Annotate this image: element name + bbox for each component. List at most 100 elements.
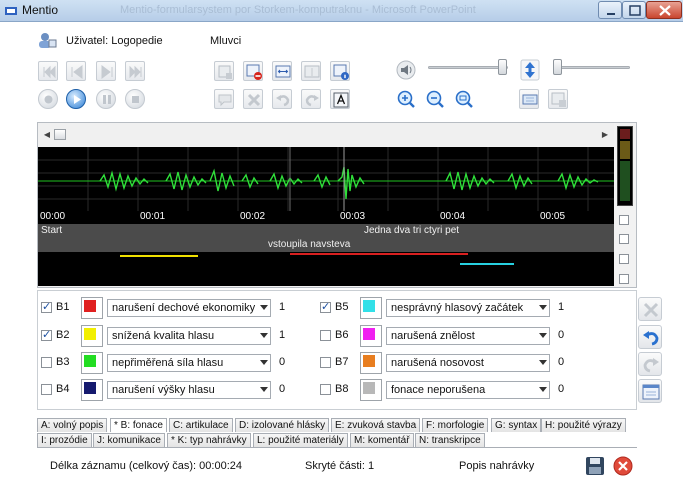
item-color-button[interactable] [81, 379, 103, 401]
tab-d[interactable]: D: izolované hlásky [235, 418, 330, 432]
segment-info-icon[interactable] [330, 61, 350, 81]
split-segment-icon[interactable] [272, 61, 292, 81]
tab-g[interactable]: G: syntax [491, 418, 542, 432]
item-color-button[interactable] [360, 352, 382, 374]
record-button[interactable] [38, 89, 58, 109]
speaker-icon[interactable] [396, 60, 416, 80]
item-select[interactable]: nesprávný hlasový začátek [386, 299, 550, 317]
step-back-button[interactable] [66, 61, 86, 81]
minimize-button[interactable] [598, 1, 622, 19]
settings-grid-icon[interactable] [548, 89, 568, 109]
merge-segment-icon[interactable] [301, 61, 321, 81]
add-segment-icon[interactable] [214, 61, 234, 81]
vertical-zoom-icon[interactable] [520, 59, 540, 81]
item-select[interactable]: snížená kvalita hlasu [107, 327, 271, 345]
maximize-button[interactable] [622, 1, 646, 19]
track-visibility-checkbox[interactable] [619, 234, 629, 244]
item-checkbox[interactable] [41, 328, 52, 341]
item-count: 1 [558, 301, 565, 313]
zoom-fit-icon[interactable] [454, 89, 474, 109]
annotation-label[interactable]: vstoupila navsteva [268, 239, 350, 250]
item-color-button[interactable] [81, 297, 103, 319]
clear-items-button[interactable] [638, 297, 662, 321]
item-code: B6 [335, 329, 349, 341]
tab-a[interactable]: A: volný popis [37, 418, 108, 432]
volume-slider-thumb[interactable] [498, 59, 507, 75]
tab-h[interactable]: H: použité výrazy [541, 418, 626, 432]
item-details-button[interactable] [638, 379, 662, 403]
redo-items-button[interactable] [638, 352, 662, 376]
save-icon[interactable] [584, 455, 606, 477]
annotation-label[interactable]: Start [41, 225, 62, 236]
delete-segment-icon[interactable] [243, 61, 263, 81]
tab-c[interactable]: C: artikulace [169, 418, 233, 432]
item-color-button[interactable] [360, 325, 382, 347]
pause-button[interactable] [96, 89, 116, 109]
tab-l[interactable]: L: použité materiály [253, 433, 348, 447]
text-annotation-icon[interactable] [330, 89, 350, 109]
track-visibility-checkbox[interactable] [619, 274, 629, 284]
cancel-icon[interactable] [612, 455, 634, 477]
item-color-button[interactable] [360, 379, 382, 401]
scroll-thumb[interactable] [54, 129, 66, 140]
tab-b[interactable]: * B: fonace [110, 418, 167, 432]
tab-i[interactable]: I: prozódie [37, 433, 92, 447]
item-select[interactable]: narušená znělost [386, 327, 550, 345]
tab-e[interactable]: E: zvuková stavba [331, 418, 421, 432]
item-checkbox[interactable] [41, 300, 52, 313]
item-checkbox[interactable] [41, 384, 52, 395]
comment-icon[interactable] [214, 89, 234, 109]
tab-m[interactable]: M: komentář [350, 433, 414, 447]
item-checkbox[interactable] [320, 357, 331, 368]
zoom-out-icon[interactable] [425, 89, 445, 109]
skip-to-start-button[interactable] [38, 61, 58, 81]
undo-icon[interactable] [272, 89, 292, 109]
tab-j[interactable]: J: komunikace [93, 433, 165, 447]
item-select[interactable]: narušení dechové ekonomiky [107, 299, 271, 317]
scroll-left-icon[interactable]: ◀ [42, 129, 52, 140]
annotation-track[interactable]: Start Jedna dva tri ctyri pet [38, 224, 614, 238]
skip-to-end-button[interactable] [125, 61, 145, 81]
marker-cyan[interactable] [460, 263, 514, 265]
item-select[interactable]: narušení výšky hlasu [107, 381, 271, 399]
scroll-right-icon[interactable]: ▶ [600, 129, 610, 140]
delete-icon[interactable] [243, 89, 263, 109]
user-icon[interactable] [37, 31, 57, 49]
item-color-button[interactable] [81, 352, 103, 374]
marker-track[interactable] [38, 252, 614, 286]
tab-k[interactable]: * K: typ nahrávky [167, 433, 251, 447]
tab-n[interactable]: N: transkripce [415, 433, 485, 447]
item-code: B7 [335, 356, 349, 368]
item-checkbox[interactable] [320, 330, 331, 341]
marker-red[interactable] [290, 253, 468, 255]
volume-slider-track[interactable] [428, 66, 508, 69]
track-visibility-checkbox[interactable] [619, 215, 629, 225]
item-color-button[interactable] [81, 325, 103, 347]
item-checkbox[interactable] [41, 357, 52, 368]
step-forward-button[interactable] [96, 61, 116, 81]
redo-icon[interactable] [301, 89, 321, 109]
item-select[interactable]: narušená nosovost [386, 354, 550, 372]
play-button[interactable] [66, 89, 86, 109]
horizontal-scrollbar[interactable]: ◀ ▶ [38, 123, 614, 146]
zoom-in-icon[interactable] [396, 89, 416, 109]
item-select[interactable]: fonace neporušena [386, 381, 550, 399]
marker-yellow[interactable] [120, 255, 198, 257]
annotation-label[interactable]: Jedna dva tri ctyri pet [364, 225, 459, 236]
chevron-down-icon [260, 305, 268, 310]
item-checkbox[interactable] [320, 384, 331, 395]
vertical-zoom-slider-track[interactable] [554, 66, 630, 69]
item-b3: B3 nepřiměřená síla hlasu 0 [41, 352, 301, 374]
item-checkbox[interactable] [320, 300, 331, 313]
annotation-track[interactable]: vstoupila navsteva [38, 238, 614, 252]
grid-view-icon[interactable] [519, 89, 539, 109]
item-color-button[interactable] [360, 297, 382, 319]
tab-f[interactable]: F: morfologie [422, 418, 489, 432]
track-visibility-checkbox[interactable] [619, 254, 629, 264]
undo-items-button[interactable] [638, 325, 662, 349]
stop-button[interactable] [125, 89, 145, 109]
item-select[interactable]: nepřiměřená síla hlasu [107, 354, 271, 372]
close-button[interactable] [646, 1, 682, 19]
item-b8: B8 fonace neporušena 0 [320, 379, 580, 401]
vertical-zoom-slider-thumb[interactable] [553, 59, 562, 75]
